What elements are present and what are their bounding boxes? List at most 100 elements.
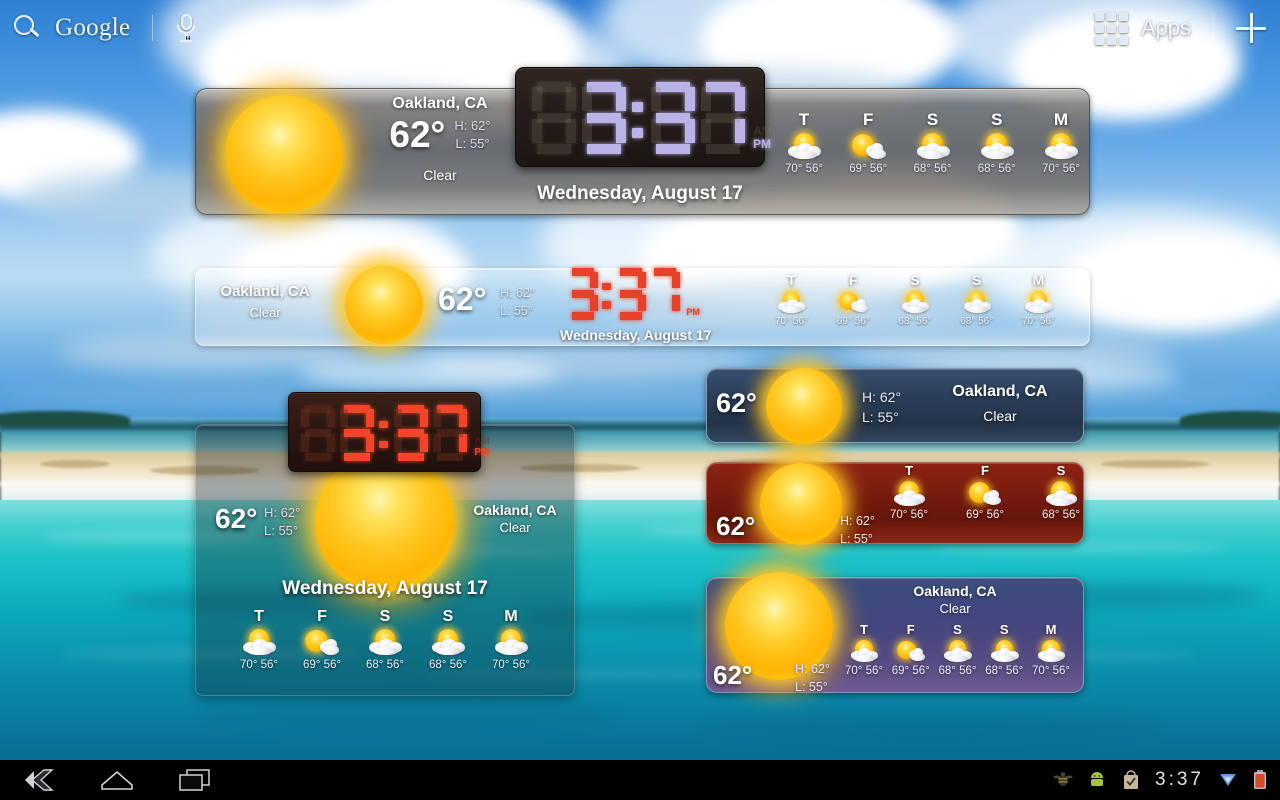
sun-behind-clouds-icon [367, 628, 403, 657]
forecast-day: S 68° 56° [960, 272, 993, 327]
cloud-glyph [984, 150, 1010, 160]
sun-small-cloud-icon [968, 480, 1002, 507]
clock-segment [651, 87, 661, 111]
forecast-day-label: M [1053, 110, 1069, 129]
plus-icon[interactable] [1236, 13, 1266, 43]
forecast-row: T 70° 56° F 69° 56° S 68° 56° S 68° 56° M 70° 56° [775, 272, 1055, 327]
home-icon[interactable] [78, 760, 156, 800]
cloud-glyph [1040, 654, 1062, 662]
low-temp: L: 55° [455, 135, 490, 151]
city-label: Oakland, CA [392, 95, 488, 112]
clock-segment [616, 87, 626, 111]
clock-segment [620, 290, 643, 298]
sun-icon [225, 95, 343, 213]
forecast-day-temps: 68° 56° [960, 316, 994, 327]
sun-behind-clouds-icon [942, 639, 972, 663]
clock-segment [340, 409, 348, 427]
search-icon[interactable] [14, 14, 41, 42]
sun-behind-clouds-icon [777, 290, 807, 314]
clock-segment [568, 272, 576, 288]
cloud-glyph [372, 646, 398, 656]
digital-clock-panel[interactable]: AM PM [515, 67, 772, 167]
cloud-glyph [781, 305, 803, 313]
forecast-day-label: M [1045, 622, 1057, 637]
forecast-day-label: S [991, 110, 1003, 129]
forecast-row: T 70° 56° F 69° 56° S 68° 56° S 68° 56° M 70° 56° [845, 622, 1070, 677]
high-low-block: H: 62° L: 55° [500, 284, 535, 320]
cloud-glyph [435, 646, 461, 656]
forecast-day: M 70° 56° [1022, 272, 1055, 327]
clock-segment [572, 290, 594, 298]
forecast-day-label: S [953, 622, 962, 637]
seven-segment-clock[interactable]: AMPM [568, 268, 700, 320]
sun-behind-clouds-icon [786, 132, 822, 161]
clock-segment [532, 87, 542, 111]
clock-segment [301, 409, 309, 427]
apps-button-label[interactable]: Apps [1141, 15, 1191, 41]
meridiem-indicator: AMPM [753, 125, 772, 150]
apps-area: Apps [1094, 8, 1266, 48]
forecast-day-temps: 70° 56° [1032, 665, 1070, 677]
current-temperature: 62° [389, 114, 446, 155]
forecast-day-temps: 70° 56° [240, 658, 278, 671]
forecast-day-label: M [1032, 272, 1045, 288]
current-temperature: 62° [438, 281, 487, 317]
current-temperature: 62° [215, 503, 258, 534]
clock-digit [532, 82, 576, 154]
condition-label: Clear [499, 520, 531, 535]
sun-icon [766, 368, 842, 444]
high-temp: H: 62° [840, 514, 875, 528]
clock-colon [632, 82, 645, 154]
clock-segment [305, 453, 331, 461]
forecast-day: S 68° 56° [985, 622, 1023, 677]
status-area[interactable]: 3:37 [1053, 760, 1272, 800]
forecast-row: T 70° 56° F 69° 56° S 68° 56° [890, 463, 1080, 521]
clock-digit [394, 405, 429, 461]
temperature-row: 62° H: 62° L: 55° [350, 116, 530, 153]
low-temp: L: 55° [795, 680, 828, 695]
sun-small-cloud-icon [304, 628, 340, 657]
bee-icon [1053, 769, 1073, 791]
forecast-day-label: T [860, 622, 868, 637]
clock-segment [437, 429, 464, 437]
forecast-day-label: S [379, 608, 391, 625]
checklist-bag-icon [1121, 769, 1141, 791]
low-temp: L: 55° [264, 523, 299, 539]
forecast-day: F 69° 56° [837, 272, 870, 327]
sun-behind-clouds-icon [430, 628, 466, 657]
forecast-day: T 70° 56° [240, 608, 278, 671]
cloud-glyph [911, 652, 926, 662]
sun-behind-clouds-icon [1044, 480, 1078, 507]
condition-label: Clear [249, 305, 281, 320]
city-label: Oakland, CA [473, 502, 557, 518]
back-arrow-glyph [25, 769, 54, 791]
forecast-day: S 68° 56° [978, 110, 1016, 175]
apps-grid-icon[interactable] [1094, 11, 1128, 45]
forecast-day-temps: 70° 56° [1021, 316, 1055, 327]
high-temp: H: 62° [862, 389, 902, 405]
clock-digit [650, 268, 681, 320]
forecast-day-label: T [254, 608, 264, 625]
forecast-day-label: S [910, 272, 920, 288]
digital-clock-panel[interactable]: AM PM [288, 392, 490, 472]
clock-segment [706, 113, 740, 123]
condition-label: Clear [939, 601, 971, 616]
recent-apps-icon[interactable] [156, 760, 234, 800]
home-glyph [101, 771, 133, 790]
google-search-bar[interactable]: Google [14, 8, 197, 48]
cloud-glyph [966, 305, 988, 313]
battery-icon[interactable] [1252, 769, 1272, 791]
w1-weather-info: Oakland, CA 62° H: 62° L: 55° Clear [350, 95, 530, 183]
current-temperature: 62° [716, 511, 756, 541]
microphone-icon[interactable] [175, 14, 197, 43]
cloud-glyph [853, 303, 868, 313]
wifi-icon[interactable] [1218, 769, 1238, 791]
forecast-day: S 68° 56° [898, 272, 931, 327]
back-arrow-icon[interactable] [0, 760, 78, 800]
cloud-glyph [498, 646, 524, 656]
status-clock[interactable]: 3:37 [1155, 769, 1204, 791]
forecast-day-label: T [798, 110, 810, 129]
forecast-day: T 70° 56° [890, 463, 928, 521]
clock-segment [327, 409, 335, 427]
sun-behind-clouds-icon [914, 132, 950, 161]
